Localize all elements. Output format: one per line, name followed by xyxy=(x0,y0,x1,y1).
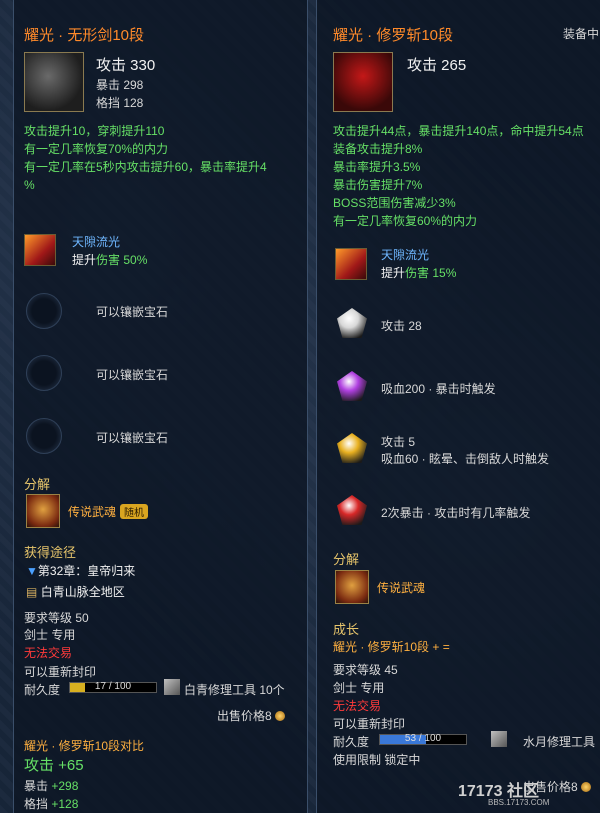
hammer-icon xyxy=(491,731,507,747)
gem-effect: 攻击 28 xyxy=(381,319,422,333)
skill-name: 天隙流光 xyxy=(381,248,430,262)
compare-crit-value: +298 xyxy=(51,779,79,793)
socket-label: 可以镶嵌宝石 xyxy=(96,431,169,445)
empty-socket-icon xyxy=(26,355,62,391)
effect-line: BOSS范围伤害减少3% xyxy=(333,196,456,210)
use-restriction: 使用限制 锁定中 xyxy=(333,753,421,767)
skill-effect-value: 伤害 50% xyxy=(96,253,148,267)
item-title: 耀光 · 修罗斩10段 xyxy=(333,27,454,44)
effect-line: 有一定几率恢复60%的内力 xyxy=(333,214,478,228)
decompose-item: 传说武魂 xyxy=(377,581,426,595)
skill-icon xyxy=(24,234,56,266)
decompose-heading: 分解 xyxy=(333,552,360,567)
compare-title: 耀光 · 修罗斩10段对比 xyxy=(24,737,144,754)
gem-effect: 攻击 5 xyxy=(381,435,416,449)
sell-price-text: 出售价格8 xyxy=(217,709,272,723)
effect-line: 有一定几率在5秒内攻击提升60，暴击率提升4 xyxy=(24,160,267,174)
item-title: 耀光 · 无形剑10段 xyxy=(24,27,145,44)
durability-label: 耐久度 xyxy=(333,735,370,749)
map-icon: ▤ xyxy=(26,585,38,599)
durability-label: 耐久度 xyxy=(24,683,61,697)
repair-tool: 水月修理工具 xyxy=(523,735,596,749)
durability-text: 53 / 100 xyxy=(404,733,442,744)
topaz-gem-icon xyxy=(337,433,367,463)
amethyst-gem-icon xyxy=(337,371,367,401)
source-quest[interactable]: ▼第32章：皇帝归来 xyxy=(26,562,135,579)
compare-crit: 暴击 +298 xyxy=(24,777,78,794)
required-level: 要求等级 45 xyxy=(333,663,398,677)
source-quest-text: 第32章：皇帝归来 xyxy=(37,564,136,578)
coin-icon xyxy=(274,711,285,721)
durability-text: 17 / 100 xyxy=(94,681,132,692)
attack-stat: 攻击 265 xyxy=(407,57,467,74)
compare-block: 格挡 +128 xyxy=(24,795,78,812)
effect-line: 有一定几率恢复70%的内力 xyxy=(24,142,169,156)
war-soul-icon xyxy=(335,570,369,604)
compare-attack: 攻击 +65 xyxy=(24,754,84,775)
skill-effect: 提升伤害 50% xyxy=(72,251,147,268)
site-url: BBS.17173.COM xyxy=(488,798,550,807)
decompose-item-name: 传说武魂 xyxy=(68,505,117,519)
gem-effect-secondary: 吸血60 · 眩晕、击倒敌人时触发 xyxy=(381,452,550,466)
reseal-label: 可以重新封印 xyxy=(333,717,406,731)
effect-line: 攻击提升44点，暴击提升140点，命中提升54点 xyxy=(333,124,584,138)
effects-list: 攻击提升44点，暴击提升140点，命中提升54点 装备攻击提升8% 暴击率提升3… xyxy=(333,122,600,230)
gem-effect: 吸血200 · 暴击时触发 xyxy=(381,382,496,396)
source-heading: 获得途径 xyxy=(24,545,77,560)
attack-stat: 攻击 330 xyxy=(96,57,156,74)
compare-block-value: +128 xyxy=(51,797,79,811)
compare-block-label: 格挡 xyxy=(24,797,49,811)
tooltip-left: 耀光 · 无形剑10段 攻击 330 暴击 298 格挡 128 攻击提升10，… xyxy=(13,0,308,813)
skill-effect: 提升伤害 15% xyxy=(381,264,456,281)
coin-icon xyxy=(580,782,591,792)
effect-line: 暴击率提升3.5% xyxy=(333,160,421,174)
repair-tool: 白青修理工具 10个 xyxy=(184,683,285,697)
empty-socket-icon xyxy=(26,418,62,454)
war-soul-icon xyxy=(26,494,60,528)
empty-socket-icon xyxy=(26,293,62,329)
required-level: 要求等级 50 xyxy=(24,611,89,625)
socket-label: 可以镶嵌宝石 xyxy=(96,305,169,319)
compare-attack-text: 攻击 +65 xyxy=(24,757,84,774)
effect-line: 暴击伤害提升7% xyxy=(333,178,423,192)
class-restriction: 剑士 专用 xyxy=(333,681,385,695)
effects-list: 攻击提升10，穿刺提升110 有一定几率恢复70%的内力 有一定几率在5秒内攻击… xyxy=(24,122,304,194)
equipped-label: 装备中 xyxy=(563,27,600,41)
effect-line: % xyxy=(24,178,35,192)
no-trade-label: 无法交易 xyxy=(333,699,382,713)
hammer-icon xyxy=(164,679,180,695)
reseal-label: 可以重新封印 xyxy=(24,665,97,679)
ruby-gem-icon xyxy=(337,495,367,525)
quest-icon: ▼ xyxy=(26,564,38,578)
skill-effect-prefix: 提升 xyxy=(381,266,406,280)
source-area-text: 白青山脉全地区 xyxy=(40,585,125,599)
skill-icon xyxy=(335,248,367,280)
skill-effect-prefix: 提升 xyxy=(72,253,97,267)
red-blade-icon xyxy=(333,52,393,112)
diamond-gem-icon xyxy=(337,308,367,338)
blade-icon xyxy=(24,52,84,112)
gem-effect: 2次暴击 · 攻击时有几率触发 xyxy=(381,506,531,520)
block-stat: 格挡 128 xyxy=(96,96,144,110)
crit-stat: 暴击 298 xyxy=(96,78,144,92)
compare-crit-label: 暴击 xyxy=(24,779,49,793)
durability-bar: 53 / 100 xyxy=(379,733,467,745)
tooltip-right: 耀光 · 修罗斩10段 装备中 攻击 265 攻击提升44点，暴击提升140点，… xyxy=(316,0,600,813)
class-restriction: 剑士 专用 xyxy=(24,628,76,642)
source-area[interactable]: ▤ 白青山脉全地区 xyxy=(26,583,125,600)
durability-bar: 17 / 100 xyxy=(69,681,157,693)
decompose-heading: 分解 xyxy=(24,477,51,492)
skill-name: 天隙流光 xyxy=(72,235,121,249)
compare-title-text: 耀光 · 修罗斩10段对比 xyxy=(24,739,145,753)
no-trade-label: 无法交易 xyxy=(24,646,73,660)
effect-line: 装备攻击提升8% xyxy=(333,142,423,156)
growth-line: 耀光 · 修罗斩10段 + = xyxy=(333,640,450,654)
skill-effect-value: 伤害 15% xyxy=(405,266,457,280)
effect-line: 攻击提升10，穿刺提升110 xyxy=(24,124,165,138)
socket-label: 可以镶嵌宝石 xyxy=(96,368,169,382)
sell-price: 出售价格8 xyxy=(217,707,285,724)
random-badge: 随机 xyxy=(120,504,149,519)
decompose-item: 传说武魂 随机 xyxy=(68,503,149,520)
growth-heading: 成长 xyxy=(333,622,360,637)
